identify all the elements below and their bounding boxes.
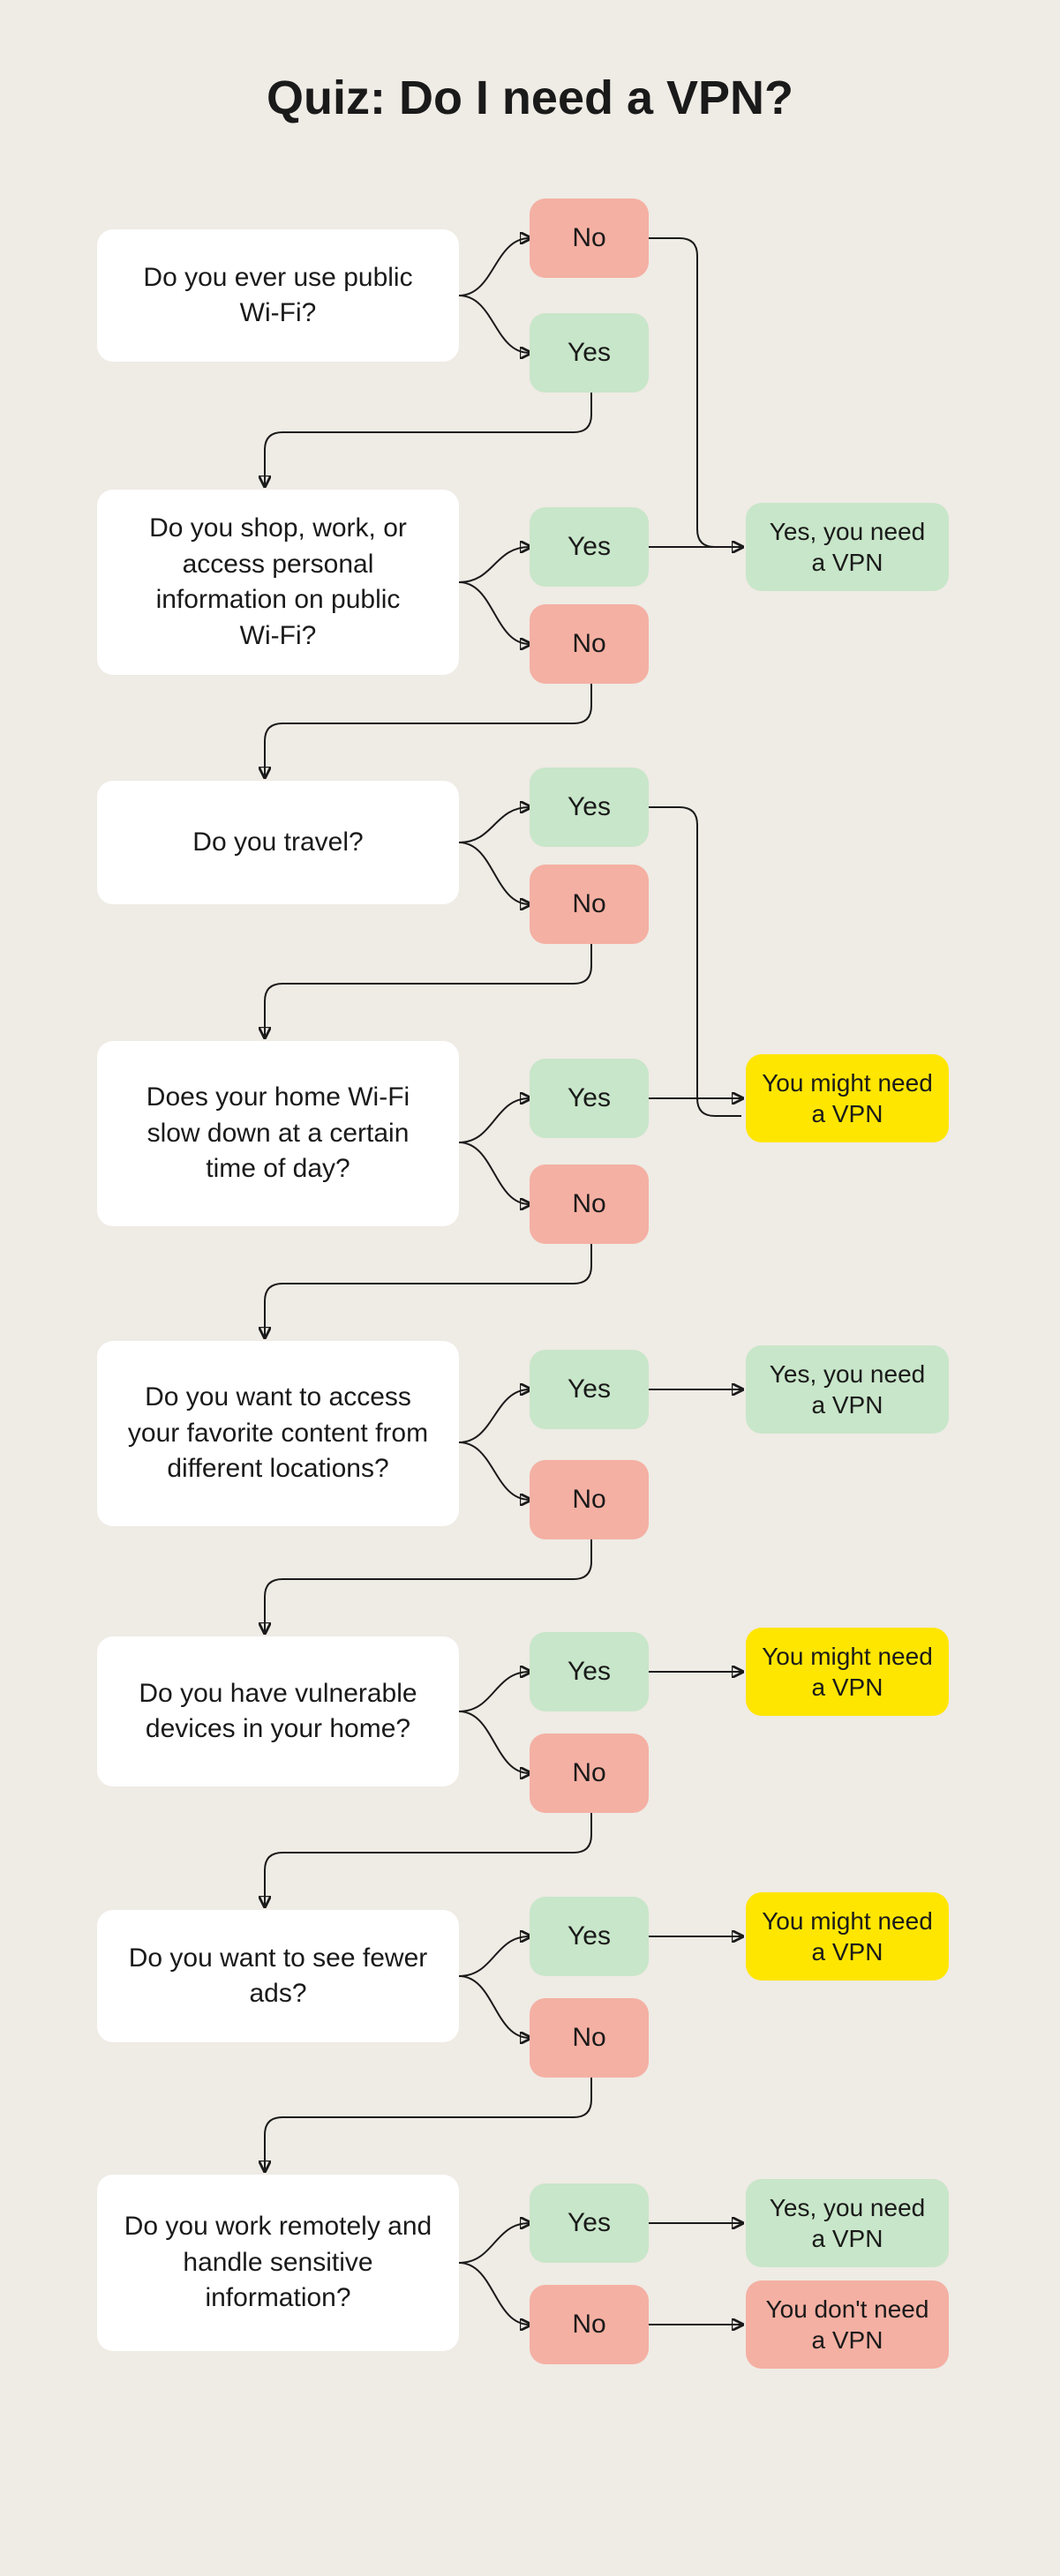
q3-answer-no: No — [530, 865, 649, 944]
q7-answer-no: No — [530, 1998, 649, 2078]
q1-answer-no: No — [530, 198, 649, 278]
result-might-vpn-2: You might need a VPN — [746, 1628, 949, 1716]
q2-answer-no: No — [530, 604, 649, 684]
question-travel: Do you travel? — [97, 781, 459, 904]
question-wifi-slowdown: Does your home Wi‑Fi slow down at a cert… — [97, 1041, 459, 1226]
result-dont-need-vpn: You don't need a VPN — [746, 2280, 949, 2369]
q7-answer-yes: Yes — [530, 1897, 649, 1976]
result-need-vpn-2: Yes, you need a VPN — [746, 1345, 949, 1434]
q2-answer-yes: Yes — [530, 507, 649, 587]
question-shop-work-wifi: Do you shop, work, or access personal in… — [97, 490, 459, 675]
q6-answer-no: No — [530, 1734, 649, 1813]
question-fewer-ads: Do you want to see fewer ads? — [97, 1910, 459, 2042]
question-public-wifi: Do you ever use public Wi-Fi? — [97, 229, 459, 362]
q4-answer-no: No — [530, 1164, 649, 1244]
q8-answer-yes: Yes — [530, 2183, 649, 2263]
q1-answer-yes: Yes — [530, 313, 649, 393]
result-need-vpn-1: Yes, you need a VPN — [746, 503, 949, 591]
q5-answer-no: No — [530, 1460, 649, 1539]
question-vulnerable-devices: Do you have vulnerable devices in your h… — [97, 1636, 459, 1786]
page-title: Quiz: Do I need a VPN? — [0, 71, 1060, 125]
result-need-vpn-3: Yes, you need a VPN — [746, 2179, 949, 2267]
question-work-remotely: Do you work remotely and handle sensitiv… — [97, 2175, 459, 2351]
result-might-vpn-1: You might need a VPN — [746, 1054, 949, 1142]
q6-answer-yes: Yes — [530, 1632, 649, 1711]
q8-answer-no: No — [530, 2285, 649, 2364]
q4-answer-yes: Yes — [530, 1059, 649, 1138]
q5-answer-yes: Yes — [530, 1350, 649, 1429]
result-might-vpn-3: You might need a VPN — [746, 1892, 949, 1981]
question-content-locations: Do you want to access your favorite cont… — [97, 1341, 459, 1526]
q3-answer-yes: Yes — [530, 768, 649, 847]
